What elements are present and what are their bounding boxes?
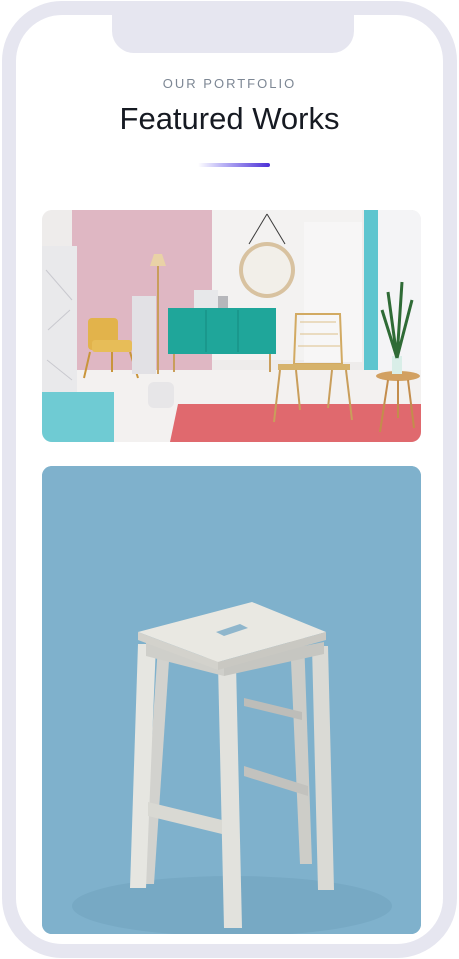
stool-photo	[42, 466, 421, 934]
portfolio-item-stool[interactable]	[42, 466, 421, 934]
section-eyebrow: OUR PORTFOLIO	[162, 76, 297, 91]
phone-frame: OUR PORTFOLIO Featured Works	[2, 1, 457, 958]
phone-notch	[112, 15, 354, 53]
title-divider	[198, 163, 270, 167]
section-title: Featured Works	[119, 101, 340, 136]
portfolio-item-room[interactable]	[42, 210, 421, 442]
room-photo	[42, 210, 421, 442]
